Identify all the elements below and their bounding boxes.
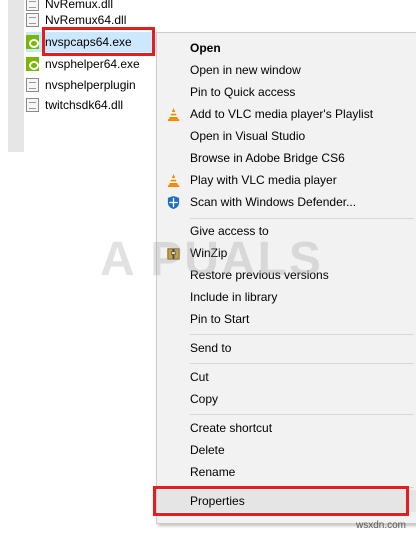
menu-item-label: Include in library: [190, 290, 278, 304]
menu-item-open[interactable]: Open: [157, 37, 416, 59]
menu-separator: [190, 363, 414, 364]
menu-item-browse-bridge[interactable]: Browse in Adobe Bridge CS6: [157, 147, 416, 169]
menu-item-play-vlc[interactable]: Play with VLC media player: [157, 169, 416, 191]
explorer-scrollbar[interactable]: [8, 0, 24, 152]
menu-item-label: Send to: [190, 341, 232, 355]
menu-item-cut[interactable]: Cut: [157, 366, 416, 388]
menu-item-add-vlc-playlist[interactable]: Add to VLC media player's Playlist: [157, 103, 416, 125]
menu-item-open-visual-studio[interactable]: Open in Visual Studio: [157, 125, 416, 147]
menu-item-delete[interactable]: Delete: [157, 439, 416, 461]
vlc-cone-icon: [167, 107, 180, 122]
selected-file-highlight: [42, 27, 155, 56]
vlc-cone-icon: [167, 173, 180, 188]
file-name: nvsphelperplugin: [45, 78, 136, 92]
file-item-twitchsdk64-dll[interactable]: twitchsdk64.dll: [26, 95, 158, 115]
menu-item-open-new-window[interactable]: Open in new window: [157, 59, 416, 81]
menu-item-create-shortcut[interactable]: Create shortcut: [157, 417, 416, 439]
menu-item-label: Pin to Quick access: [190, 85, 296, 99]
appuals-watermark: A PUALS: [100, 233, 323, 286]
file-name: NvRemux64.dll: [45, 13, 127, 27]
menu-separator: [190, 414, 414, 415]
menu-item-label: Browse in Adobe Bridge CS6: [190, 151, 345, 165]
menu-separator: [190, 334, 414, 335]
dll-file-icon: [26, 98, 39, 112]
file-name: nvsphelper64.exe: [45, 57, 140, 71]
menu-item-pin-quick-access[interactable]: Pin to Quick access: [157, 81, 416, 103]
menu-item-label: Scan with Windows Defender...: [190, 195, 357, 209]
menu-item-include-library[interactable]: Include in library: [157, 286, 416, 308]
menu-item-label: Open in new window: [190, 63, 301, 77]
menu-item-label: Open: [190, 41, 221, 55]
dll-file-icon: [26, 78, 39, 92]
menu-item-scan-defender[interactable]: Scan with Windows Defender...: [157, 191, 416, 213]
menu-item-label: Copy: [190, 392, 219, 406]
source-watermark: wsxdn.com: [355, 520, 406, 531]
nvidia-exe-icon: [26, 57, 39, 71]
file-name: twitchsdk64.dll: [45, 98, 124, 112]
menu-item-pin-start[interactable]: Pin to Start: [157, 308, 416, 330]
file-item-nvsphelper64-exe[interactable]: nvsphelper64.exe: [26, 54, 158, 74]
dll-file-icon: [26, 13, 39, 27]
menu-item-label: Open in Visual Studio: [190, 129, 306, 143]
nvidia-exe-icon: [26, 35, 39, 49]
menu-item-label: Add to VLC media player's Playlist: [190, 107, 374, 121]
menu-item-label: Rename: [190, 465, 236, 479]
menu-item-send-to[interactable]: Send to: [157, 337, 416, 359]
menu-item-label: Create shortcut: [190, 421, 273, 435]
menu-item-label: Play with VLC media player: [190, 173, 337, 187]
file-item-nvsphelperplugin[interactable]: nvsphelperplugin: [26, 75, 158, 95]
menu-item-rename[interactable]: Rename: [157, 461, 416, 483]
windows-defender-icon: [167, 195, 180, 210]
menu-item-label: Pin to Start: [190, 312, 250, 326]
menu-item-copy[interactable]: Copy: [157, 388, 416, 410]
properties-highlight: [153, 486, 409, 516]
menu-separator: [190, 218, 414, 219]
menu-item-label: Delete: [190, 443, 225, 457]
menu-item-label: Cut: [190, 370, 209, 384]
